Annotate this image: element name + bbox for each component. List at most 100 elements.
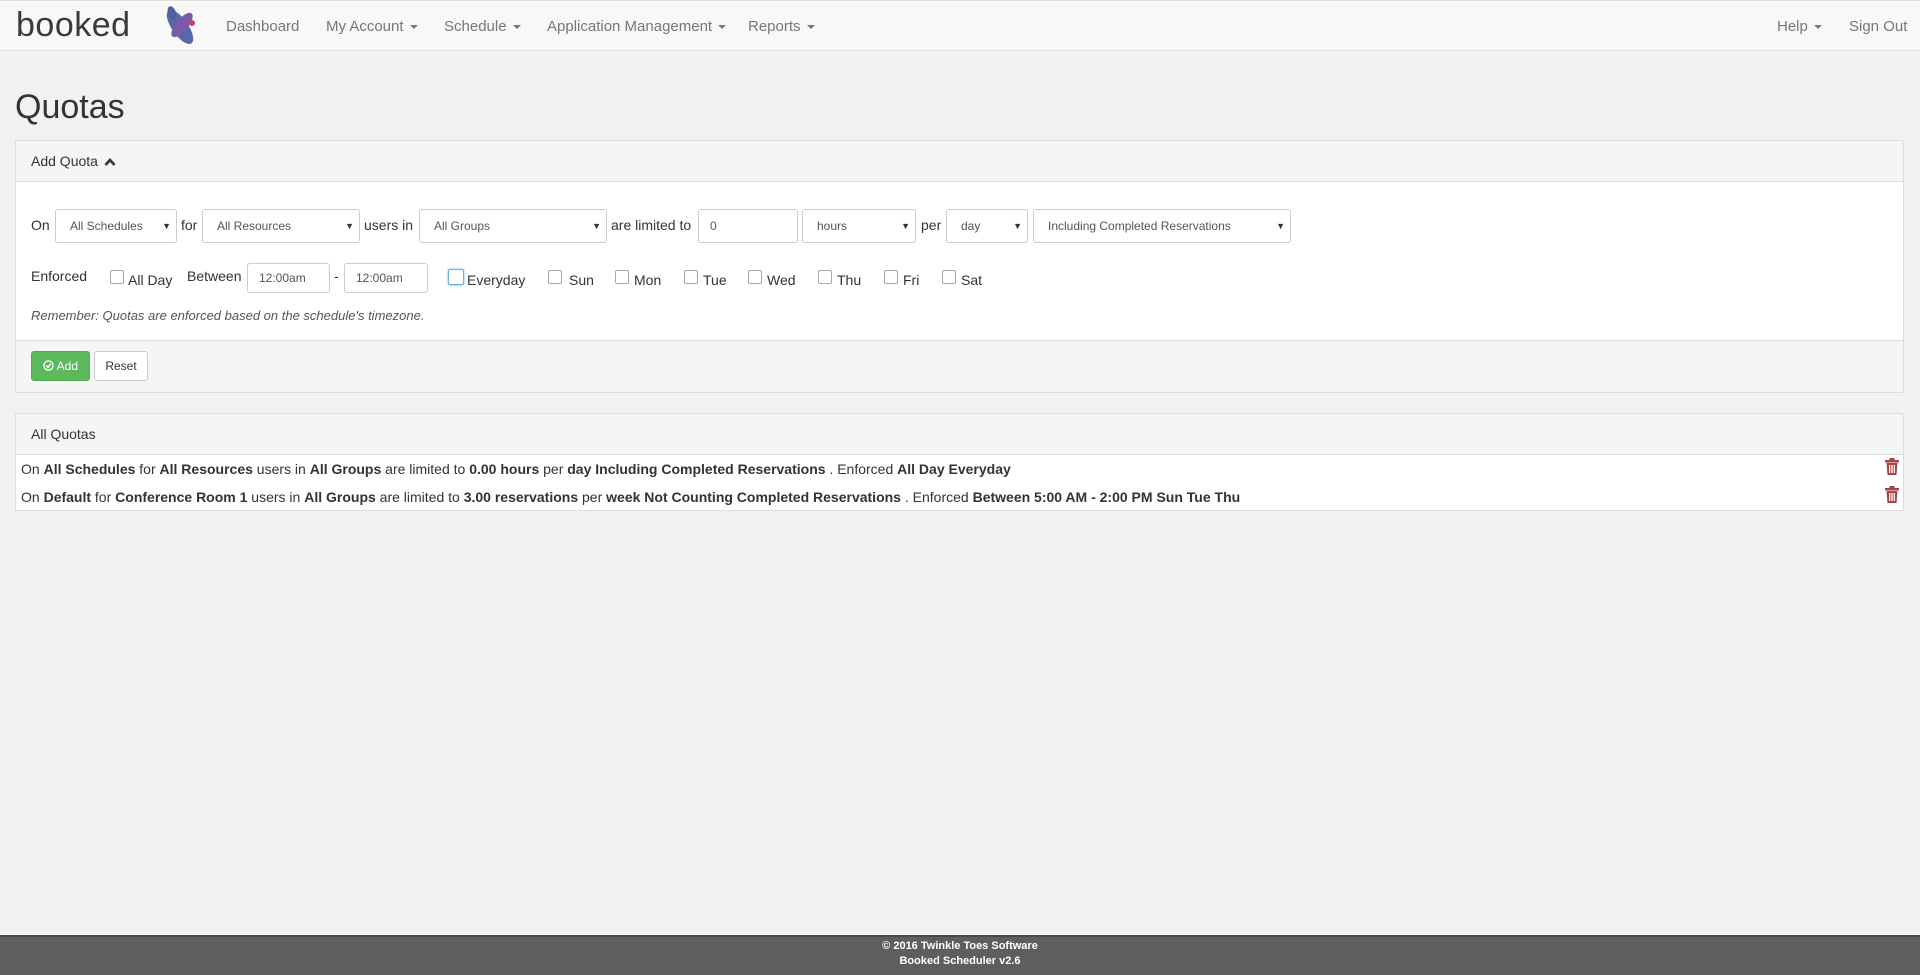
- users-in-label: users in: [364, 217, 414, 233]
- add-button-label: Add: [56, 359, 79, 373]
- quota-group: All Groups: [309, 461, 382, 477]
- all-day-label: All Day: [128, 272, 173, 288]
- page-footer: © 2016 Twinkle Toes Software Booked Sche…: [0, 935, 1920, 975]
- quota-text: . Enforced: [829, 461, 894, 477]
- caret-down-icon: [718, 25, 727, 30]
- trash-icon[interactable]: [1885, 486, 1899, 503]
- caret-down-icon: [1813, 25, 1822, 30]
- add-circle-icon: [43, 360, 54, 371]
- sun-checkbox[interactable]: [548, 270, 562, 284]
- caret-down-icon: [409, 25, 418, 30]
- quota-duration: day: [567, 461, 592, 477]
- sat-checkbox[interactable]: [942, 270, 956, 284]
- nav-sign-out[interactable]: Sign Out: [1849, 18, 1907, 35]
- add-quota-panel: Add Quota On All Schedules ▼ for All Reso…: [15, 140, 1904, 393]
- add-quota-heading[interactable]: Add Quota: [16, 141, 1903, 182]
- caret-down-icon: [512, 25, 521, 30]
- duration-select[interactable]: day ▼: [946, 209, 1028, 243]
- page-title: Quotas: [15, 88, 125, 126]
- quota-text: are limited to: [379, 489, 460, 505]
- everyday-label: Everyday: [467, 272, 526, 288]
- caret-down-icon: [806, 25, 815, 30]
- quota-amount: 3.00 reservations: [463, 489, 579, 505]
- nav-schedule[interactable]: Schedule: [444, 18, 521, 35]
- sat-label: Sat: [961, 272, 983, 288]
- caret-down-icon: ▼: [345, 221, 354, 231]
- caret-down-icon: ▼: [592, 221, 601, 231]
- quota-resource: Conference Room 1: [115, 489, 248, 505]
- group-select-value: All Groups: [434, 219, 491, 233]
- completed-reservations-select-value: Including Completed Reservations: [1048, 219, 1231, 233]
- nav-schedule-label: Schedule: [444, 18, 507, 35]
- sun-label: Sun: [569, 272, 594, 288]
- caret-down-icon: ▼: [901, 221, 910, 231]
- quota-row: On All Schedules for All Resources users…: [21, 461, 1011, 477]
- end-time-input[interactable]: 12:00am: [344, 263, 428, 293]
- all-quotas-heading: All Quotas: [16, 414, 1903, 455]
- quota-text: for: [94, 489, 112, 505]
- for-label: for: [181, 217, 198, 233]
- top-navbar: booked Dashboard My Account Schedule App…: [0, 0, 1920, 51]
- thu-checkbox[interactable]: [818, 270, 832, 284]
- limited-to-label: are limited to: [611, 217, 692, 233]
- nav-my-account-label: My Account: [326, 18, 404, 35]
- quota-schedule: Default: [43, 489, 92, 505]
- mon-checkbox[interactable]: [615, 270, 629, 284]
- on-label: On: [31, 217, 50, 233]
- schedule-select-value: All Schedules: [70, 219, 143, 233]
- between-label: Between: [187, 268, 242, 284]
- quota-enforcement: All Day Everyday: [897, 461, 1011, 477]
- quota-text: On: [21, 489, 40, 505]
- group-select[interactable]: All Groups ▼: [419, 209, 607, 243]
- nav-application-management[interactable]: Application Management: [547, 18, 727, 35]
- unit-select[interactable]: hours ▼: [802, 209, 916, 243]
- brand-name: booked: [16, 6, 131, 44]
- completed-reservations-select[interactable]: Including Completed Reservations ▼: [1033, 209, 1291, 243]
- reset-button[interactable]: Reset: [94, 351, 148, 381]
- booked-logo-icon: [166, 6, 195, 45]
- tue-label: Tue: [703, 272, 727, 288]
- caret-down-icon: ▼: [1013, 221, 1022, 231]
- nav-application-management-label: Application Management: [547, 18, 713, 35]
- resource-select[interactable]: All Resources ▼: [202, 209, 360, 243]
- wed-checkbox[interactable]: [748, 270, 762, 284]
- nav-help-label: Help: [1777, 18, 1808, 35]
- fri-checkbox[interactable]: [884, 270, 898, 284]
- all-day-checkbox[interactable]: [110, 270, 124, 284]
- everyday-checkbox[interactable]: [448, 269, 464, 285]
- add-quota-title: Add Quota: [31, 153, 98, 169]
- nav-reports[interactable]: Reports: [748, 18, 815, 35]
- nav-dashboard[interactable]: Dashboard: [226, 18, 299, 35]
- schedule-select[interactable]: All Schedules ▼: [55, 209, 177, 243]
- quota-completed: Including Completed Reservations: [595, 461, 826, 477]
- quota-group: All Groups: [304, 489, 376, 505]
- resource-select-value: All Resources: [217, 219, 292, 233]
- per-label: per: [921, 217, 942, 233]
- quota-text: users in: [251, 489, 301, 505]
- chevron-up-icon: [104, 158, 116, 166]
- nav-my-account[interactable]: My Account: [326, 18, 418, 35]
- duration-select-value: day: [961, 219, 981, 233]
- add-button[interactable]: Add: [31, 351, 90, 381]
- amount-input[interactable]: 0: [698, 209, 798, 243]
- enforced-label: Enforced: [31, 268, 88, 284]
- unit-select-value: hours: [817, 219, 848, 233]
- wed-label: Wed: [767, 272, 796, 288]
- add-quota-footer: Add Reset: [16, 340, 1903, 392]
- trash-icon[interactable]: [1885, 458, 1899, 475]
- quota-resource: All Resources: [159, 461, 253, 477]
- nav-help[interactable]: Help: [1777, 18, 1822, 35]
- footer-version: Booked Scheduler v2.6: [899, 955, 1021, 967]
- start-time-input[interactable]: 12:00am: [247, 263, 330, 293]
- caret-down-icon: ▼: [1276, 221, 1285, 231]
- quota-text: are limited to: [385, 461, 466, 477]
- quota-text: per: [582, 489, 603, 505]
- thu-label: Thu: [837, 272, 862, 288]
- quota-row: On Default for Conference Room 1 users i…: [21, 489, 1240, 505]
- quota-text: for: [139, 461, 156, 477]
- quota-text: per: [543, 461, 564, 477]
- footer-copyright: © 2016 Twinkle Toes Software: [882, 940, 1038, 952]
- tue-checkbox[interactable]: [684, 270, 698, 284]
- fri-label: Fri: [903, 272, 920, 288]
- quota-amount: 0.00 hours: [469, 461, 540, 477]
